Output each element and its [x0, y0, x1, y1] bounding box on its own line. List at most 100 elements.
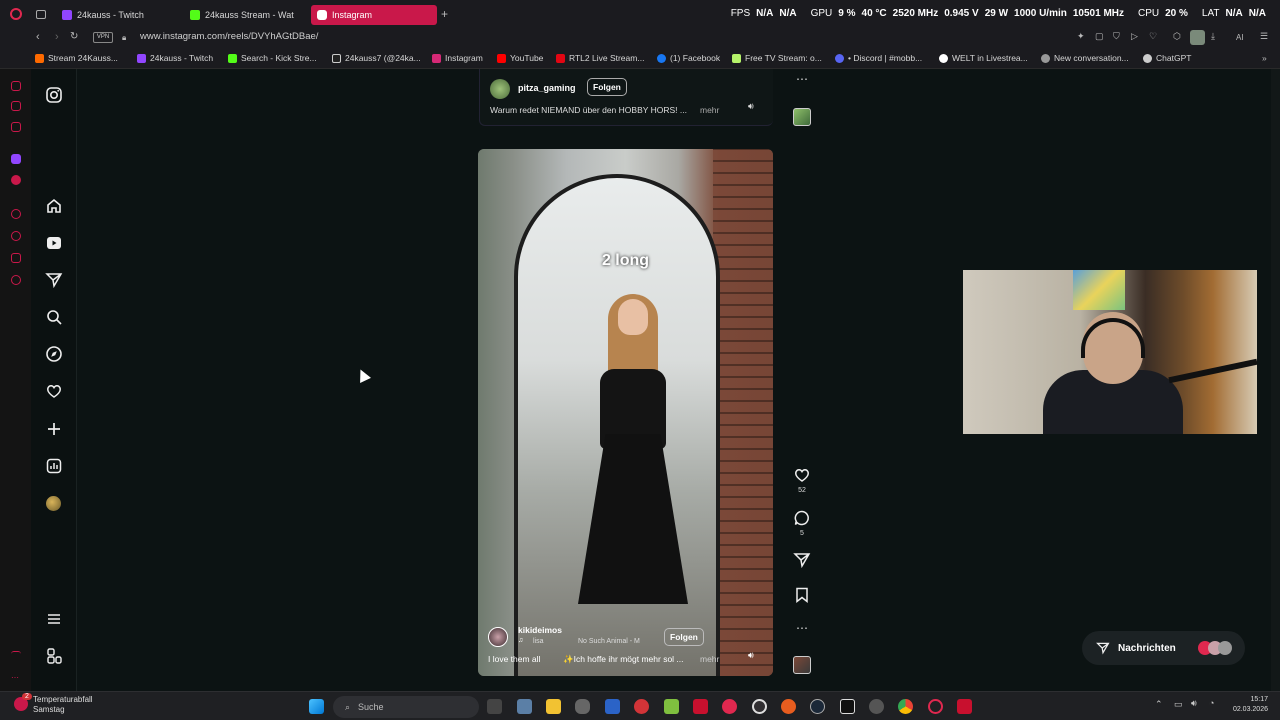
- gx-icon[interactable]: [11, 101, 21, 111]
- bookmarks-overflow-icon[interactable]: »: [1262, 53, 1267, 63]
- dashboard-icon[interactable]: [45, 457, 63, 475]
- twitch-icon[interactable]: [11, 154, 21, 164]
- extensions-icon[interactable]: ⬡: [1173, 31, 1181, 42]
- windows-start-icon[interactable]: [309, 699, 324, 714]
- mute-icon[interactable]: 🔊︎: [748, 650, 754, 661]
- extensions-icon[interactable]: [11, 253, 21, 263]
- more-icon[interactable]: ⋯: [11, 673, 21, 683]
- follow-button[interactable]: Folgen: [664, 628, 704, 646]
- snapshot-icon[interactable]: ▢: [1095, 31, 1104, 42]
- mail-icon[interactable]: [11, 122, 21, 132]
- more-options-icon[interactable]: ⋯: [796, 621, 808, 635]
- gx-corner-icon[interactable]: [11, 651, 21, 661]
- play-icon[interactable]: ▷: [1131, 31, 1138, 42]
- share-send-icon[interactable]: [793, 551, 811, 569]
- messages-button[interactable]: Nachrichten: [1082, 631, 1245, 665]
- settings-icon[interactable]: [11, 275, 21, 285]
- app-layers-icon[interactable]: [664, 699, 679, 714]
- also-from-meta-icon[interactable]: [45, 647, 63, 665]
- easy-setup-icon[interactable]: ☰: [1260, 31, 1268, 42]
- bookmark-item[interactable]: RTL2 Live Stream...: [556, 53, 644, 63]
- steam-icon[interactable]: [810, 699, 825, 714]
- bookmark-item[interactable]: Instagram: [432, 53, 483, 63]
- vpn-badge[interactable]: VPN: [93, 32, 113, 43]
- more-menu-icon[interactable]: [45, 610, 63, 628]
- home-icon[interactable]: [45, 197, 63, 215]
- aria-icon[interactable]: [11, 81, 21, 91]
- vbox-icon[interactable]: [605, 699, 620, 714]
- notifications-heart-icon[interactable]: [45, 382, 63, 400]
- forward-icon[interactable]: ›: [55, 31, 59, 43]
- aria-ai-label[interactable]: AI: [1236, 33, 1244, 42]
- bookmark-item[interactable]: YouTube: [497, 53, 543, 63]
- taskbar-search[interactable]: ⌕ Suche: [333, 696, 479, 718]
- comment-icon[interactable]: [793, 509, 811, 527]
- create-plus-icon[interactable]: [45, 420, 63, 438]
- new-tab-plus-icon[interactable]: +: [441, 7, 448, 21]
- tab-twitch[interactable]: 24kauss - Twitch: [56, 5, 184, 25]
- volume-icon[interactable]: 🔊︎: [1191, 698, 1197, 709]
- reload-icon[interactable]: ↻: [70, 31, 78, 42]
- page-scrollbar[interactable]: [1271, 69, 1280, 691]
- heart-icon[interactable]: ♡: [1149, 31, 1157, 42]
- bookmark-item[interactable]: • Discord | #mobb...: [835, 53, 922, 63]
- player-icon[interactable]: [11, 209, 21, 219]
- tray-chevron-icon[interactable]: ⌃: [1155, 699, 1163, 710]
- reel-video[interactable]: 2 long kikideimos ♫ lisa No Such Animal …: [478, 149, 773, 676]
- bookmark-item[interactable]: Stream 24Kauss...: [35, 53, 118, 63]
- shield-icon[interactable]: ⛉: [1113, 31, 1120, 42]
- back-icon[interactable]: ‹: [36, 31, 40, 43]
- save-bookmark-icon[interactable]: [793, 586, 811, 604]
- search-icon[interactable]: [45, 308, 63, 326]
- prev-audio-thumbnail[interactable]: [793, 108, 811, 126]
- bookmark-item[interactable]: ChatGPT: [1143, 53, 1191, 63]
- app-orange-icon[interactable]: [781, 699, 796, 714]
- bookmark-item[interactable]: Free TV Stream: o...: [732, 53, 822, 63]
- mute-icon[interactable]: 🔊︎: [748, 101, 754, 112]
- chrome-icon[interactable]: [898, 699, 913, 714]
- settings-gear-icon[interactable]: [869, 699, 884, 714]
- caption-more-link[interactable]: mehr: [700, 105, 719, 115]
- download-icon[interactable]: ⤓: [1211, 31, 1215, 42]
- profile-avatar[interactable]: [1190, 30, 1205, 45]
- app-streamdeck-icon[interactable]: [957, 699, 972, 714]
- tab-overview-icon[interactable]: [36, 10, 46, 19]
- reels-icon[interactable]: [45, 234, 63, 252]
- obs-icon[interactable]: [752, 699, 767, 714]
- bookmark-item[interactable]: WELT in Livestrea...: [939, 53, 1028, 63]
- like-heart-icon[interactable]: [793, 466, 811, 484]
- bookmark-item[interactable]: (1) Facebook: [657, 53, 720, 63]
- epic-games-icon[interactable]: [840, 699, 855, 714]
- mouse-app-icon[interactable]: [575, 699, 590, 714]
- app-record-icon[interactable]: [722, 699, 737, 714]
- pin-icon[interactable]: ✦: [1077, 31, 1085, 42]
- weather-widget[interactable]: Temperaturabfall Samstag: [33, 695, 93, 715]
- bell-icon[interactable]: ◔: [1209, 698, 1214, 708]
- instagram-logo-icon[interactable]: [45, 86, 63, 104]
- author-avatar[interactable]: [490, 79, 510, 99]
- opera-logo-icon[interactable]: [10, 8, 22, 20]
- tab-instagram[interactable]: Instagram: [311, 5, 437, 25]
- app-red-icon[interactable]: [634, 699, 649, 714]
- opera-gx-icon[interactable]: [928, 699, 943, 714]
- url-field[interactable]: www.instagram.com/reels/DVYhAGtDBae/: [140, 31, 318, 42]
- app-stream-icon[interactable]: [693, 699, 708, 714]
- clock[interactable]: 15:17 02.03.2026: [1233, 695, 1268, 715]
- bookmark-item[interactable]: New conversation...: [1041, 53, 1129, 63]
- lock-icon[interactable]: 🔒︎: [122, 33, 126, 43]
- caption-more-link[interactable]: mehr: [700, 654, 719, 664]
- file-explorer-icon[interactable]: [546, 699, 561, 714]
- explore-compass-icon[interactable]: [45, 345, 63, 363]
- bookmark-item[interactable]: Search - Kick Stre...: [228, 53, 317, 63]
- direct-send-icon[interactable]: [45, 271, 63, 289]
- author-username[interactable]: pitza_gaming: [518, 83, 576, 93]
- follow-button[interactable]: Folgen: [587, 78, 627, 96]
- audio-user[interactable]: lisa: [533, 638, 544, 645]
- audio-thumbnail[interactable]: [793, 656, 811, 674]
- audio-track[interactable]: No Such Animal - M: [578, 638, 640, 645]
- tab-kick-stream[interactable]: 24kauss Stream - Wat: [184, 5, 306, 25]
- author-username[interactable]: kikideimos: [518, 625, 562, 635]
- task-view-icon[interactable]: [487, 699, 502, 714]
- bookmark-item[interactable]: 24kauss7 (@24ka...: [332, 53, 421, 63]
- bookmark-item[interactable]: 24kauss - Twitch: [137, 53, 213, 63]
